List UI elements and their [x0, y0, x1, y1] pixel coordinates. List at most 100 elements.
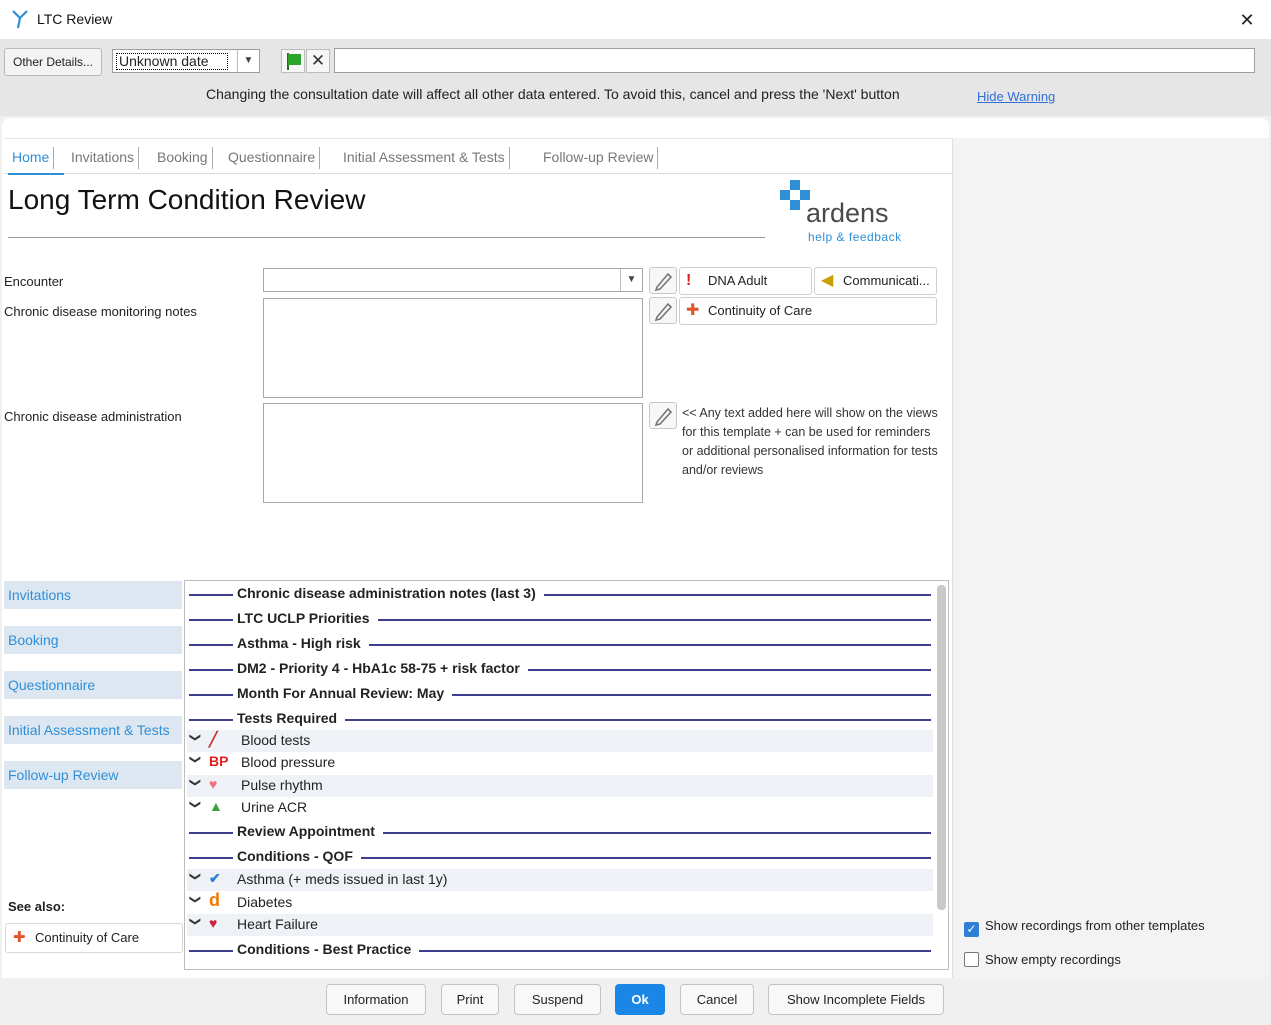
chevron-down-icon[interactable]: ❯	[189, 778, 202, 787]
sidebar-item-booking[interactable]: Booking	[4, 626, 182, 654]
close-icon[interactable]: ✕	[1233, 6, 1261, 34]
chevron-down-icon[interactable]: ▼	[620, 269, 642, 291]
chevron-down-icon[interactable]: ❯	[189, 872, 202, 881]
empty-checkbox-icon[interactable]	[964, 952, 979, 967]
section-title: Asthma - High risk	[233, 635, 369, 651]
monitoring-notes-textarea[interactable]	[263, 298, 643, 398]
active-tab-indicator	[8, 173, 64, 175]
edit-administration-button[interactable]	[649, 402, 677, 429]
tab-follow-up-review[interactable]: Follow-up Review	[539, 147, 659, 169]
tab-home[interactable]: Home	[8, 147, 55, 169]
bp-icon: BP	[209, 753, 229, 769]
date-text-field[interactable]	[334, 48, 1255, 73]
list-item[interactable]: ❯ BP Blood pressure	[187, 752, 933, 774]
see-also-item-label: Continuity of Care	[35, 930, 140, 945]
flag-button[interactable]	[281, 49, 305, 73]
flask-icon: ▲	[209, 798, 223, 814]
ardens-wordmark: ardens	[806, 198, 889, 228]
list-item[interactable]: ❯ ▲ Urine ACR	[187, 797, 933, 819]
list-item[interactable]: ❯ d Diabetes	[187, 890, 933, 914]
section-header: Conditions - Best Practice	[189, 939, 931, 961]
suspend-button[interactable]: Suspend	[514, 984, 601, 1015]
chevron-down-icon[interactable]: ▼	[237, 50, 259, 72]
section-title: Conditions - Best Practice	[233, 941, 420, 957]
exclamation-icon: !	[686, 272, 692, 289]
list-item-label: Diabetes	[237, 894, 293, 910]
administration-textarea[interactable]	[263, 403, 643, 503]
show-incomplete-fields-button[interactable]: Show Incomplete Fields	[768, 984, 944, 1015]
show-other-templates-checkbox[interactable]: ✓ Show recordings from other templates	[964, 918, 1205, 937]
chevron-down-icon[interactable]: ❯	[189, 733, 202, 742]
list-item[interactable]: ❯ ♥ Pulse rhythm	[187, 775, 933, 797]
chevron-down-icon[interactable]: ❯	[189, 917, 202, 926]
sidebar-item-initial-assessment[interactable]: Initial Assessment & Tests	[4, 716, 182, 744]
hide-warning-link[interactable]: Hide Warning	[977, 89, 1055, 104]
edit-encounter-button[interactable]	[649, 267, 677, 294]
scrollbar[interactable]	[937, 585, 946, 910]
heart-pulse-icon: ♥	[209, 776, 218, 792]
edit-monitoring-notes-button[interactable]	[649, 297, 677, 324]
see-also-continuity-button[interactable]: ✚ Continuity of Care	[5, 923, 183, 953]
tab-booking[interactable]: Booking	[153, 147, 213, 169]
ardens-logo[interactable]: ardens help & feedback	[778, 178, 918, 248]
tab-questionnaire[interactable]: Questionnaire	[224, 147, 321, 169]
main-panel: Home Invitations Booking Questionnaire I…	[2, 118, 1269, 978]
list-item-label: Pulse rhythm	[241, 777, 323, 793]
section-title: Conditions - QOF	[233, 848, 361, 864]
consultation-date-select[interactable]: Unknown date ▼	[112, 49, 260, 73]
monitoring-notes-label: Chronic disease monitoring notes	[4, 304, 197, 319]
tab-invitations[interactable]: Invitations	[67, 147, 140, 169]
section-title: Tests Required	[233, 710, 346, 726]
communication-button[interactable]: ◀ Communicati...	[814, 267, 937, 295]
show-other-label: Show recordings from other templates	[985, 918, 1205, 933]
list-item[interactable]: ❯ ╱ Blood tests	[187, 730, 933, 752]
administration-help-note: << Any text added here will show on the …	[682, 406, 938, 477]
megaphone-icon: ◀	[821, 272, 834, 289]
show-empty-recordings-checkbox[interactable]: Show empty recordings	[964, 952, 1121, 967]
checkmark-icon: ✔	[209, 870, 221, 886]
clear-date-button[interactable]: ✕	[306, 49, 330, 73]
sidebar-item-follow-up-review[interactable]: Follow-up Review	[4, 761, 182, 789]
encounter-label: Encounter	[4, 274, 64, 289]
encounter-select[interactable]: ▼	[263, 268, 643, 292]
tab-bar: Home Invitations Booking Questionnaire I…	[4, 138, 952, 175]
chevron-down-icon[interactable]: ❯	[189, 800, 202, 809]
chevron-down-icon[interactable]: ❯	[189, 895, 202, 904]
window-title: LTC Review	[37, 11, 113, 27]
app-logo-icon	[12, 10, 28, 29]
section-title: Month For Annual Review: May	[233, 685, 453, 701]
continuity-label: Continuity of Care	[708, 303, 813, 318]
recordings-list[interactable]: Chronic disease administration notes (la…	[184, 580, 949, 970]
chevron-down-icon[interactable]: ❯	[189, 755, 202, 764]
show-empty-label: Show empty recordings	[985, 952, 1121, 967]
information-button[interactable]: Information	[326, 984, 426, 1015]
date-warning: Changing the consultation date will affe…	[206, 86, 900, 102]
sidebar-item-questionnaire[interactable]: Questionnaire	[4, 671, 182, 699]
section-header: DM2 - Priority 4 - HbA1c 58-75 + risk fa…	[189, 658, 931, 680]
dna-adult-button[interactable]: ! DNA Adult	[679, 267, 812, 295]
sidebar-item-invitations[interactable]: Invitations	[4, 581, 182, 609]
section-header: Tests Required	[189, 708, 931, 730]
other-details-button[interactable]: Other Details...	[4, 48, 102, 76]
section-header: LTC UCLP Priorities	[189, 608, 931, 630]
section-title: Review Appointment	[233, 823, 383, 839]
page-title: Long Term Condition Review	[8, 184, 366, 215]
list-item-label: Urine ACR	[241, 799, 308, 815]
tab-initial-assessment[interactable]: Initial Assessment & Tests	[339, 147, 510, 169]
ok-button[interactable]: Ok	[615, 984, 665, 1015]
list-item[interactable]: ❯ ✔ Asthma (+ meds issued in last 1y)	[187, 869, 933, 891]
section-header: Asthma - High risk	[189, 633, 931, 655]
print-button[interactable]: Print	[441, 984, 499, 1015]
title-bar: LTC Review ✕	[0, 0, 1271, 40]
communication-label: Communicati...	[843, 273, 930, 288]
cancel-button[interactable]: Cancel	[680, 984, 754, 1015]
list-item-label: Blood pressure	[241, 754, 336, 770]
dialog-buttons: Information Print Suspend Ok Cancel Show…	[0, 978, 1271, 1025]
list-item[interactable]: ❯ ♥ Heart Failure	[187, 914, 933, 936]
list-item-label: Heart Failure	[237, 916, 318, 932]
help-feedback-link[interactable]: help & feedback	[808, 230, 902, 244]
checkmark-icon[interactable]: ✓	[964, 922, 979, 937]
continuity-of-care-button[interactable]: ✚ Continuity of Care	[679, 297, 937, 325]
pencil-icon	[654, 407, 673, 427]
pencil-icon	[654, 272, 673, 292]
